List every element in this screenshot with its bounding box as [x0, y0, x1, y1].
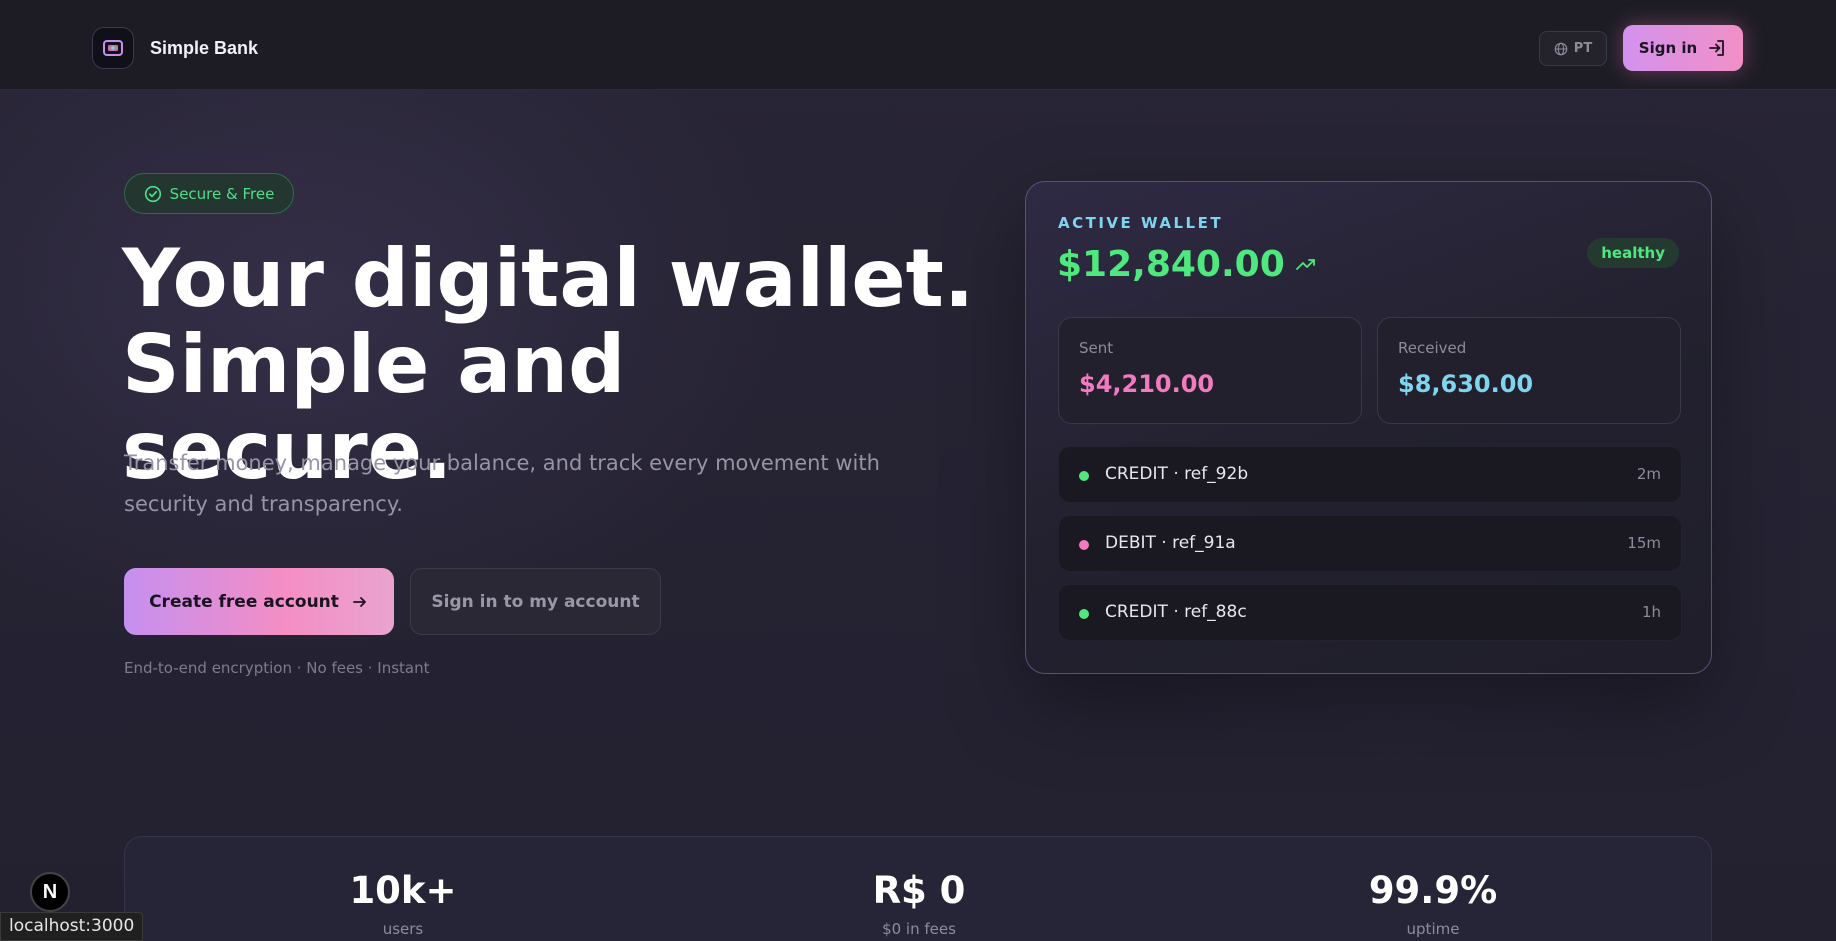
headline-line-1: Your digital wallet. — [122, 232, 975, 325]
badge-label: Secure & Free — [169, 184, 275, 203]
hero-subtitle: Transfer money, manage your balance, and… — [124, 451, 880, 516]
stat-value: R$ 0 — [872, 869, 966, 912]
received-stat: Received $8,630.00 — [1377, 317, 1681, 424]
stat-caption: uptime — [1406, 920, 1460, 938]
nextjs-dev-indicator[interactable]: N — [30, 872, 70, 912]
signin-label: Sign in — [1638, 39, 1698, 57]
transaction-row[interactable]: CREDIT · ref_92b 2m — [1058, 446, 1682, 503]
transaction-name: DEBIT · ref_91a — [1105, 533, 1236, 553]
check-circle-icon — [144, 185, 161, 202]
stat-caption: users — [382, 920, 424, 938]
credit-status-dot — [1079, 609, 1089, 619]
stat-uptime: 99.9% uptime — [1283, 869, 1583, 938]
brand-name: Simple Bank — [150, 37, 259, 58]
sent-value: $4,210.00 — [1079, 370, 1215, 398]
transaction-time: 15m — [1627, 534, 1661, 552]
top-nav: Simple Bank PT Sign in — [0, 0, 1836, 90]
stats-bar: 10k+ users R$ 0 $0 in fees 99.9% uptime — [124, 836, 1712, 941]
received-label: Received — [1398, 339, 1467, 357]
wallet-label: ACTIVE WALLET — [1058, 214, 1224, 232]
stat-caption: $0 in fees — [882, 920, 956, 938]
signin-account-label: Sign in to my account — [431, 591, 640, 612]
stat-users: 10k+ users — [253, 869, 553, 938]
sent-label: Sent — [1079, 339, 1114, 357]
sent-stat: Sent $4,210.00 — [1058, 317, 1362, 424]
arrow-right-icon — [353, 596, 366, 607]
brand[interactable]: Simple Bank — [92, 27, 258, 69]
signin-account-button[interactable]: Sign in to my account — [410, 568, 661, 635]
transaction-name: CREDIT · ref_88c — [1105, 602, 1247, 622]
header-signin-button[interactable]: Sign in — [1623, 25, 1743, 71]
wallet-card: ACTIVE WALLET $12,840.00 healthy Sent $4… — [1025, 181, 1712, 674]
secure-badge: Secure & Free — [124, 173, 294, 214]
browser-status-url: localhost:3000 — [0, 912, 144, 941]
bank-logo-icon — [92, 27, 134, 69]
transaction-time: 1h — [1641, 603, 1661, 621]
language-label: PT — [1573, 41, 1593, 56]
create-account-button[interactable]: Create free account — [124, 568, 394, 635]
received-value: $8,630.00 — [1398, 370, 1534, 398]
login-icon — [1709, 40, 1725, 56]
stat-value: 99.9% — [1368, 869, 1498, 912]
credit-status-dot — [1079, 471, 1089, 481]
stat-fees: R$ 0 $0 in fees — [769, 869, 1069, 938]
transaction-row[interactable]: CREDIT · ref_88c 1h — [1058, 584, 1682, 641]
health-badge: healthy — [1587, 238, 1679, 268]
trending-up-icon — [1295, 258, 1315, 270]
balance-amount: $12,840.00 — [1057, 244, 1285, 285]
transaction-name: CREDIT · ref_92b — [1105, 464, 1249, 484]
transaction-row[interactable]: DEBIT · ref_91a 15m — [1058, 515, 1682, 572]
wallet-balance: $12,840.00 — [1057, 244, 1317, 285]
transaction-time: 2m — [1636, 465, 1661, 483]
stat-value: 10k+ — [349, 869, 457, 912]
create-account-label: Create free account — [149, 591, 339, 612]
globe-icon — [1554, 42, 1568, 55]
features-line: End-to-end encryption · No fees · Instan… — [124, 659, 430, 677]
debit-status-dot — [1079, 540, 1089, 550]
language-toggle-button[interactable]: PT — [1539, 31, 1607, 66]
